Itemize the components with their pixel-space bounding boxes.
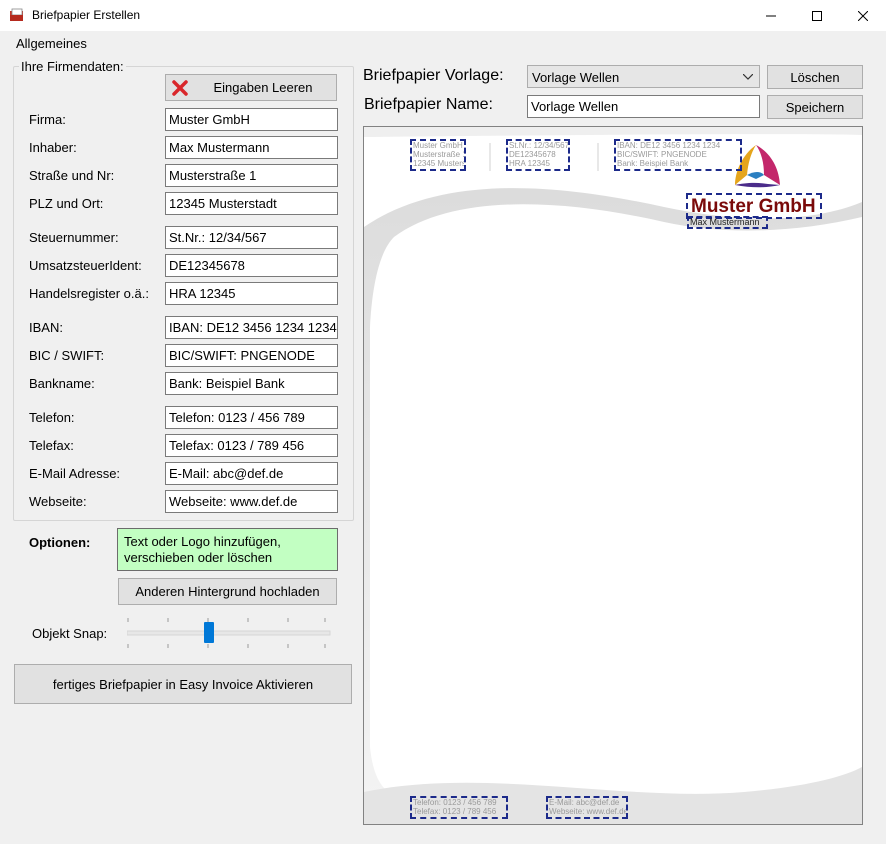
preview-text: BIC/SWIFT: PNGENODE (617, 150, 707, 159)
snap-label: Objekt Snap: (32, 626, 108, 641)
vorlage-selected-value: Vorlage Wellen (532, 70, 620, 85)
input-handelsregister[interactable]: HRA 12345 (165, 282, 338, 305)
label-webseite: Webseite: (29, 494, 87, 509)
menu-item-allgemeines[interactable]: Allgemeines (16, 36, 87, 51)
close-button[interactable] (840, 0, 886, 31)
preview-text: IBAN: DE12 3456 1234 1234 (617, 141, 721, 150)
app-icon (9, 8, 25, 22)
input-firma[interactable]: Muster GmbH (165, 108, 338, 131)
label-email: E-Mail Adresse: (29, 466, 121, 481)
label-firma: Firma: (29, 112, 66, 127)
menu-bar (0, 31, 886, 56)
preview-text: Muster GmbH (413, 141, 463, 150)
minimize-button[interactable] (748, 0, 794, 31)
upload-background-button[interactable]: Anderen Hintergrund hochladen (118, 578, 337, 605)
label-iban: IBAN: (29, 320, 63, 335)
preview-tax-block[interactable]: St.Nr.: 12/34/567 DE12345678 HRA 12345 (506, 139, 570, 171)
input-strasse[interactable]: Musterstraße 1 (165, 164, 338, 187)
snap-slider[interactable] (126, 615, 331, 651)
input-iban[interactable]: IBAN: DE12 3456 1234 1234 (165, 316, 338, 339)
preview-text: Telefon: 0123 / 456 789 (413, 798, 497, 807)
vorlage-label: Briefpapier Vorlage: (363, 67, 504, 84)
input-steuernummer[interactable]: St.Nr.: 12/34/567 (165, 226, 338, 249)
activate-in-easy-invoice-button[interactable]: fertiges Briefpapier in Easy Invoice Akt… (14, 664, 352, 704)
input-telefax[interactable]: Telefax: 0123 / 789 456 (165, 434, 338, 457)
hint-line-1: Text oder Logo hinzufügen, (124, 534, 281, 549)
clear-inputs-label: Eingaben Leeren (213, 80, 313, 95)
preview-owner[interactable]: Max Mustermann (687, 216, 768, 229)
preview-text: E-Mail: abc@def.de (549, 798, 620, 807)
add-object-hint-box[interactable]: Text oder Logo hinzufügen, verschieben o… (117, 528, 338, 571)
preview-text: DE12345678 (509, 150, 556, 159)
preview-text: Webseite: www.def.de (549, 807, 628, 816)
preview-address-block[interactable]: Muster GmbH Musterstraße 1 12345 Musters… (410, 139, 466, 171)
input-ustid[interactable]: DE12345678 (165, 254, 338, 277)
preview-text: HRA 12345 (509, 159, 550, 168)
label-bankname: Bankname: (29, 376, 95, 391)
preview-text: Musterstraße 1 (413, 150, 466, 159)
preview-bank-block[interactable]: IBAN: DE12 3456 1234 1234 BIC/SWIFT: PNG… (614, 139, 742, 171)
hint-line-2: verschieben oder löschen (124, 550, 273, 565)
options-label: Optionen: (29, 535, 91, 550)
input-bic[interactable]: BIC/SWIFT: PNGENODE (165, 344, 338, 367)
red-x-icon (172, 80, 188, 96)
input-webseite[interactable]: Webseite: www.def.de (165, 490, 338, 513)
preview-text: 12345 Musterstadt (413, 159, 466, 168)
label-telefax: Telefax: (29, 438, 74, 453)
input-telefon[interactable]: Telefon: 0123 / 456 789 (165, 406, 338, 429)
label-plz-ort: PLZ und Ort: (29, 196, 104, 211)
label-steuernummer: Steuernummer: (29, 230, 119, 245)
label-handelsregister: Handelsregister o.ä.: (29, 286, 149, 301)
input-email[interactable]: E-Mail: abc@def.de (165, 462, 338, 485)
snap-slider-thumb (204, 622, 214, 643)
maximize-icon (812, 10, 822, 21)
letterhead-preview[interactable]: Muster GmbH Musterstraße 1 12345 Musters… (363, 126, 863, 825)
minimize-icon (766, 15, 776, 16)
preview-web-block[interactable]: E-Mail: abc@def.de Webseite: www.def.de (546, 796, 628, 819)
maximize-button[interactable] (794, 0, 840, 31)
delete-template-button[interactable]: Löschen (767, 65, 863, 89)
save-template-button[interactable]: Speichern (767, 95, 863, 119)
template-name-input[interactable]: Vorlage Wellen (527, 95, 760, 118)
vorlage-dropdown[interactable]: Vorlage Wellen (527, 65, 760, 88)
name-label: Briefpapier Name: (364, 96, 493, 113)
preview-text: Bank: Beispiel Bank (617, 159, 689, 168)
label-inhaber: Inhaber: (29, 140, 77, 155)
chevron-down-icon (743, 74, 753, 80)
company-data-group-label: Ihre Firmendaten: (19, 59, 126, 74)
label-telefon: Telefon: (29, 410, 75, 425)
preview-phone-block[interactable]: Telefon: 0123 / 456 789 Telefax: 0123 / … (410, 796, 508, 819)
close-icon (858, 10, 868, 21)
label-strasse: Straße und Nr: (29, 168, 115, 183)
window-title: Briefpapier Erstellen (32, 8, 141, 22)
preview-text: St.Nr.: 12/34/567 (509, 141, 570, 150)
label-ustid: UmsatzsteuerIdent: (29, 258, 142, 273)
input-bankname[interactable]: Bank: Beispiel Bank (165, 372, 338, 395)
input-inhaber[interactable]: Max Mustermann (165, 136, 338, 159)
preview-text: Telefax: 0123 / 789 456 (413, 807, 497, 816)
label-bic: BIC / SWIFT: (29, 348, 105, 363)
clear-inputs-button[interactable]: Eingaben Leeren (165, 74, 337, 101)
input-plz-ort[interactable]: 12345 Musterstadt (165, 192, 338, 215)
wave-background (364, 127, 862, 824)
